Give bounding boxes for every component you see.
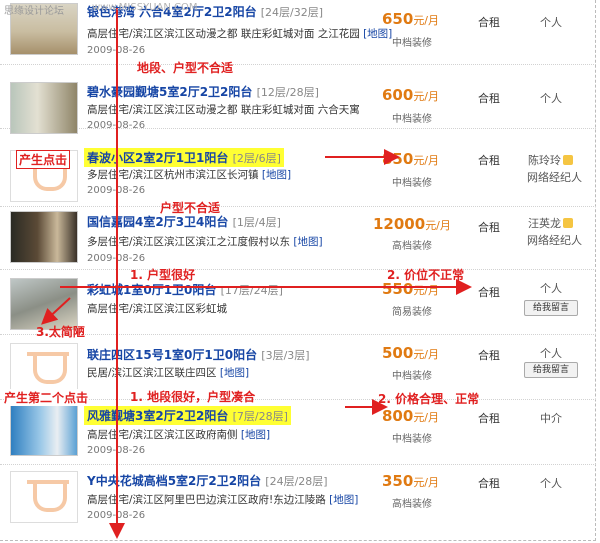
annotation-layout-unfit: 户型不合适 (160, 201, 221, 215)
annotation-too-simple: 3.太简陋 (36, 325, 85, 339)
annotation-click-one: 产生点击 (16, 150, 71, 169)
annotation-layout-good: 1. 户型很好 (130, 268, 196, 282)
annotation-location-good: 1. 地段很好，户型凑合 (130, 390, 256, 404)
watermark-left: 思缘设计论坛 (4, 6, 64, 17)
annotation-arrows (41, 8, 472, 539)
annotation-price-reasonable: 2. 价格合理、正常 (378, 392, 480, 406)
too-simple-arrow (41, 297, 71, 325)
annotation-price-abnormal: 2. 价位不正常 (387, 268, 465, 282)
watermark-right: www.MISSYUAN.COM (92, 2, 198, 13)
annotation-location-layout: 地段、户型不合适 (137, 61, 234, 75)
annotation-click-two: 产生第二个点击 (4, 389, 89, 406)
